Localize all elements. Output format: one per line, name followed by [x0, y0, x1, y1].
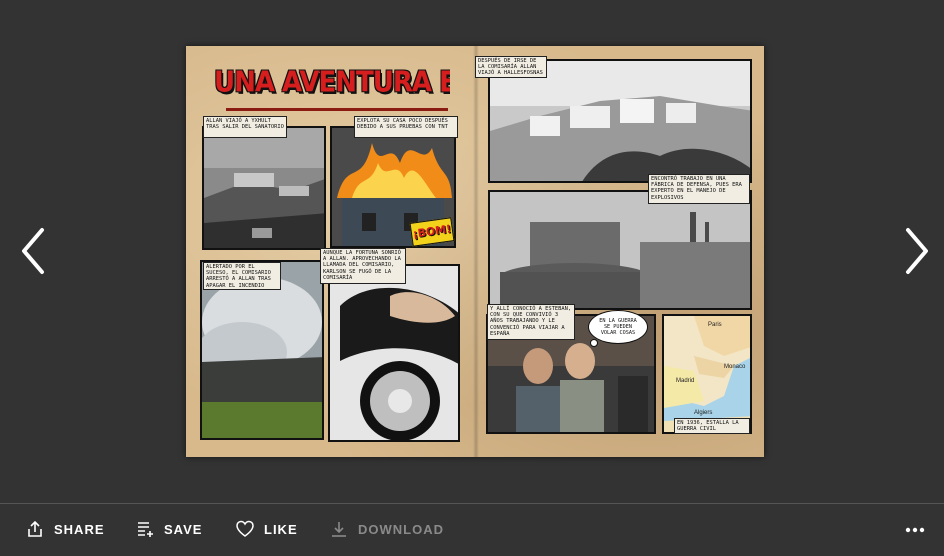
save-button[interactable]: SAVE [136, 518, 202, 540]
bottom-toolbar: SHARE SAVE LIKE DOWNLOAD [0, 503, 944, 556]
more-options-button[interactable] [900, 522, 930, 538]
panel-telephone [328, 264, 460, 442]
panel-factory [488, 190, 752, 310]
caption-panel-7: Y ALLÍ CONOCIÓ A ESTEBAN, CON SU QUE CON… [487, 304, 575, 340]
comic-spread: UNA AVENTURA EXPLOSIVA ALLAN VIAJÓ A YXH… [186, 46, 764, 457]
map-label-monaco: Monaco [724, 364, 746, 370]
chevron-right-icon [906, 228, 928, 274]
panel-map: Paris Monaco Madrid Algiers [662, 314, 752, 434]
chevron-left-icon [22, 228, 44, 274]
more-horizontal-icon [905, 527, 925, 533]
caption-panel-8: EN 1936, ESTALLA LA GUERRA CIVIL [674, 418, 750, 434]
like-button[interactable]: LIKE [236, 518, 298, 540]
download-label: DOWNLOAD [358, 521, 444, 537]
caption-panel-2: EXPLOTA SU CASA POCO DESPUÉS DEBIDO A SU… [354, 116, 458, 138]
speech-bubble-tail [590, 339, 598, 347]
caption-panel-4: AUNQUE LA FORTUNA SONRIÓ A ALLAN. APROVE… [320, 248, 406, 284]
heart-icon [236, 520, 254, 537]
previous-page-button[interactable] [16, 226, 52, 276]
caption-panel-1: ALLAN VIAJÓ A YXHULT TRAS SALIR DEL SANA… [203, 116, 287, 138]
factory-building-image [490, 192, 750, 308]
flipbook-viewer: UNA AVENTURA EXPLOSIVA ALLAN VIAJÓ A YXH… [0, 0, 944, 502]
comic-title: UNA AVENTURA EXPLOSIVA [214, 66, 450, 100]
map-label-madrid: Madrid [676, 378, 695, 384]
download-icon [332, 522, 346, 537]
hillside-village-image [490, 61, 750, 181]
title-underline [226, 108, 448, 111]
share-icon [28, 520, 42, 537]
aerial-town-image [204, 128, 324, 248]
save-label: SAVE [164, 521, 203, 537]
save-list-icon [138, 522, 153, 537]
share-label: SHARE [54, 521, 105, 537]
like-label: LIKE [264, 521, 298, 537]
panel-yxhult-photo [202, 126, 326, 250]
rotary-phone-image [330, 266, 458, 440]
map-label-algiers: Algiers [694, 410, 713, 416]
caption-panel-3: ALERTADO POR EL SUCESO, EL COMISARIO ARR… [203, 262, 281, 290]
download-button[interactable]: DOWNLOAD [330, 518, 444, 540]
speech-bubble: EN LA GUERRA SE PUEDEN VOLAR COSAS [588, 310, 648, 344]
page-gutter [473, 46, 479, 457]
caption-panel-5: DESPUÉS DE IRSE DE LA COMISARÍA ALLAN VI… [475, 56, 547, 78]
map-label-paris: Paris [708, 322, 722, 328]
next-page-button[interactable] [898, 226, 934, 276]
europe-map-image [664, 316, 750, 432]
share-button[interactable]: SHARE [26, 518, 105, 540]
caption-panel-6: ENCONTRÓ TRABAJO EN UNA FÁBRICA DE DEFEN… [648, 174, 750, 204]
